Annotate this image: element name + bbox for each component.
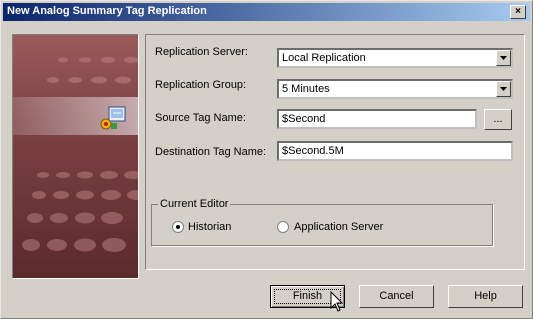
source-tag-input[interactable]: $Second (277, 109, 477, 129)
title-bar[interactable]: New Analog Summary Tag Replication × (3, 3, 530, 21)
application-server-radio-label[interactable]: Application Server (294, 221, 383, 233)
tag-replication-icon (100, 106, 126, 130)
close-button[interactable]: × (510, 5, 526, 19)
replication-server-label: Replication Server: (155, 46, 248, 58)
cancel-button[interactable]: Cancel (359, 285, 434, 308)
cancel-button-label: Cancel (379, 290, 414, 302)
chevron-down-icon (500, 87, 507, 91)
wizard-banner-image (12, 34, 139, 279)
destination-tag-input[interactable]: $Second.5M (277, 141, 513, 161)
replication-group-dropdown-button[interactable] (496, 81, 511, 97)
destination-tag-label: Destination Tag Name: (155, 146, 267, 158)
close-icon: × (515, 6, 521, 17)
replication-group-dropdown[interactable]: 5 Minutes (277, 79, 513, 99)
replication-server-value: Local Replication (282, 52, 366, 64)
replication-server-dropdown-button[interactable] (496, 50, 511, 66)
application-server-radio[interactable] (277, 221, 289, 233)
help-button[interactable]: Help (448, 285, 523, 308)
source-tag-label: Source Tag Name: (155, 112, 246, 124)
radio-selected-dot (176, 225, 180, 229)
destination-tag-value: $Second.5M (282, 145, 344, 157)
replication-server-dropdown[interactable]: Local Replication (277, 48, 513, 68)
banner-pattern (22, 57, 138, 252)
historian-radio-label[interactable]: Historian (188, 221, 231, 233)
replication-group-label: Replication Group: (155, 79, 247, 91)
historian-radio[interactable] (172, 221, 184, 233)
help-button-label: Help (474, 290, 497, 302)
chevron-down-icon (500, 56, 507, 60)
source-tag-value: $Second (282, 113, 326, 125)
replication-group-value: 5 Minutes (282, 83, 330, 95)
browse-tag-button[interactable]: ... (484, 109, 512, 130)
current-editor-legend: Current Editor (158, 198, 231, 210)
window-title: New Analog Summary Tag Replication (7, 5, 207, 17)
mouse-pointer-icon (330, 291, 344, 312)
dialog-window: New Analog Summary Tag Replication × Rep… (0, 0, 533, 319)
